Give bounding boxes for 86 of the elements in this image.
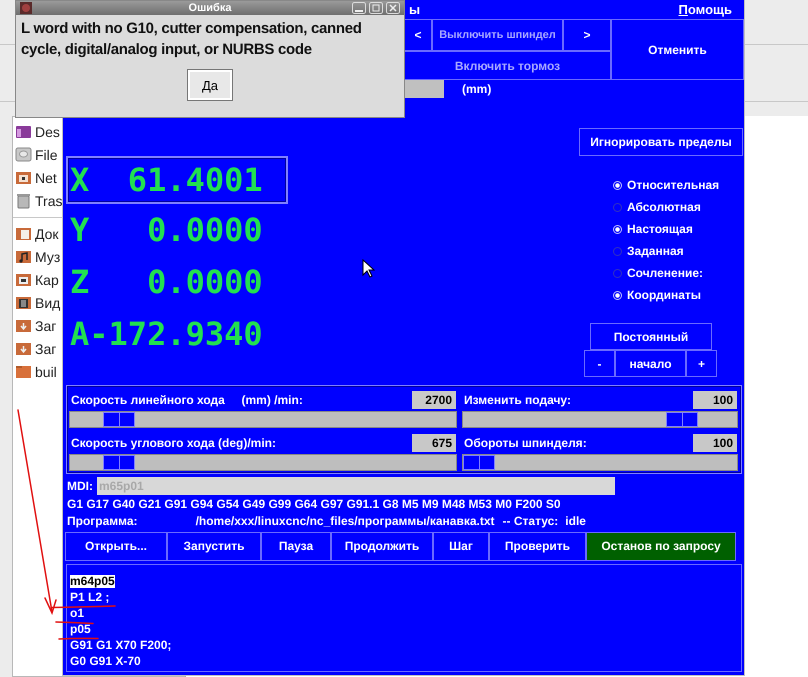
code-line: G91 G1 X70 F200;: [70, 638, 172, 652]
app-icon: [20, 2, 32, 14]
jog-mode-button[interactable]: Постоянный: [590, 323, 712, 350]
code-line: o1: [70, 606, 84, 620]
slider-label: Изменить подачу:: [464, 393, 571, 408]
sidebar-item[interactable]: File: [35, 146, 58, 162]
modal-codes: G1 G17 G40 G21 G91 G94 G54 G49 G99 G64 G97 G91.1 G8 M5 M9 M48 M53 M0 F200 S0: [67, 496, 561, 511]
slider[interactable]: [462, 454, 738, 472]
sidebar-item[interactable]: Кар: [35, 272, 59, 288]
radio-button[interactable]: [613, 246, 622, 256]
menu-item[interactable]: Помощь: [678, 2, 732, 18]
radio-button[interactable]: [613, 202, 622, 212]
code-line: p05: [70, 622, 91, 636]
toolbar-button[interactable]: Проверить: [489, 532, 586, 561]
slider-label: Скорость углового хода (deg)/min:: [71, 436, 276, 450]
slider[interactable]: [69, 454, 457, 472]
trash-icon: [15, 192, 32, 209]
radio-label: Относительная: [627, 178, 720, 192]
jog-minus-button[interactable]: -: [584, 350, 615, 378]
sidebar-item[interactable]: Вид: [35, 294, 60, 310]
hand-drawn-underline: [51, 605, 117, 609]
drive-icon: [15, 146, 32, 163]
sidebar-item[interactable]: Заг: [35, 318, 56, 334]
slider[interactable]: [69, 411, 457, 428]
slider-value: 100: [693, 391, 737, 410]
hand-drawn-underline: [58, 637, 100, 641]
position-readout[interactable]: A-172.9340: [66, 308, 288, 360]
picture-folder-icon: [15, 271, 32, 288]
spindle-reverse-button[interactable]: <: [404, 19, 432, 52]
film-folder-icon: [15, 294, 32, 311]
jog-plus-button[interactable]: +: [686, 350, 717, 378]
slider-value: 675: [412, 434, 456, 452]
slider-label: Обороты шпинделя:: [464, 436, 587, 450]
slider[interactable]: [462, 411, 738, 428]
download-folder-icon: [15, 317, 32, 334]
abort-button[interactable]: Отменить: [611, 19, 744, 80]
position-readout[interactable]: Z 0.0000: [66, 256, 288, 308]
code-editor[interactable]: m64p05 P1 L2 ; o1 p05 G91 G1 X70 F200; G0 G91 X-70: [66, 564, 742, 672]
error-message: L word with no G10, cutter compensation, canned cycle, digital/analog input, or NURBS code: [21, 19, 363, 60]
units-label: (mm): [462, 82, 492, 96]
override-limits-button[interactable]: Игнорировать пределы: [579, 128, 743, 156]
code-line: G0 G91 X-70: [70, 654, 141, 668]
radio-label: Настоящая: [627, 222, 693, 236]
mdi-label: MDI:: [67, 479, 93, 494]
music-folder-icon: [15, 248, 32, 265]
folder-icon: [15, 169, 32, 186]
position-readout[interactable]: X 61.4001: [66, 156, 288, 204]
spindle-forward-button[interactable]: >: [563, 19, 611, 52]
jog-increment-field[interactable]: [404, 80, 444, 98]
ok-button[interactable]: Да: [188, 70, 232, 100]
radio-button[interactable]: [613, 268, 622, 278]
folder-icon: [15, 363, 32, 380]
radio-label: Координаты: [627, 288, 702, 302]
slider-value: 100: [693, 434, 737, 452]
status-value: idle: [565, 514, 586, 528]
toolbar-button[interactable]: Шаг: [433, 532, 489, 561]
home-button[interactable]: начало: [615, 350, 686, 378]
toolbar-button[interactable]: Продолжить: [331, 532, 433, 561]
status-label: -- Статус:: [502, 514, 558, 528]
desktop-icon: [15, 123, 32, 140]
toolbar-button[interactable]: Запустить: [167, 532, 261, 561]
toolbar-button[interactable]: Останов по запросу: [586, 532, 736, 561]
radio-label: Сочленение:: [627, 266, 704, 280]
mouse-cursor-icon: [362, 259, 375, 278]
radio-label: Заданная: [627, 244, 684, 258]
toolbar-button[interactable]: Открыть...: [65, 532, 167, 561]
sidebar-item[interactable]: Муз: [35, 248, 60, 264]
sidebar-item[interactable]: Док: [35, 226, 59, 242]
toolbar-button[interactable]: Пауза: [261, 532, 331, 561]
menu-item[interactable]: ы: [409, 2, 420, 18]
program-label: Программа:: [67, 514, 138, 528]
hand-drawn-underline: [55, 621, 95, 625]
program-path: /home/xxx/linuxcnc/nc_files/программы/канавка.txt: [196, 514, 495, 528]
folder-icon: [15, 225, 32, 242]
position-readout[interactable]: Y 0.0000: [66, 204, 288, 256]
slider-label: Скорость линейного хода (mm) /min:: [71, 393, 303, 408]
slider-value: 2700: [412, 391, 456, 410]
sidebar-item[interactable]: Заг: [35, 340, 56, 356]
sidebar-item[interactable]: Tras: [35, 192, 62, 208]
sidebar-item[interactable]: Des: [35, 124, 60, 140]
download-folder-icon: [15, 340, 32, 357]
sidebar-item[interactable]: buil: [35, 364, 57, 380]
sidebar-item[interactable]: Net: [35, 170, 57, 186]
radio-label: Абсолютная: [627, 200, 701, 214]
dialog-title: Ошибка: [188, 2, 232, 14]
code-line: P1 L2 ;: [70, 590, 110, 604]
